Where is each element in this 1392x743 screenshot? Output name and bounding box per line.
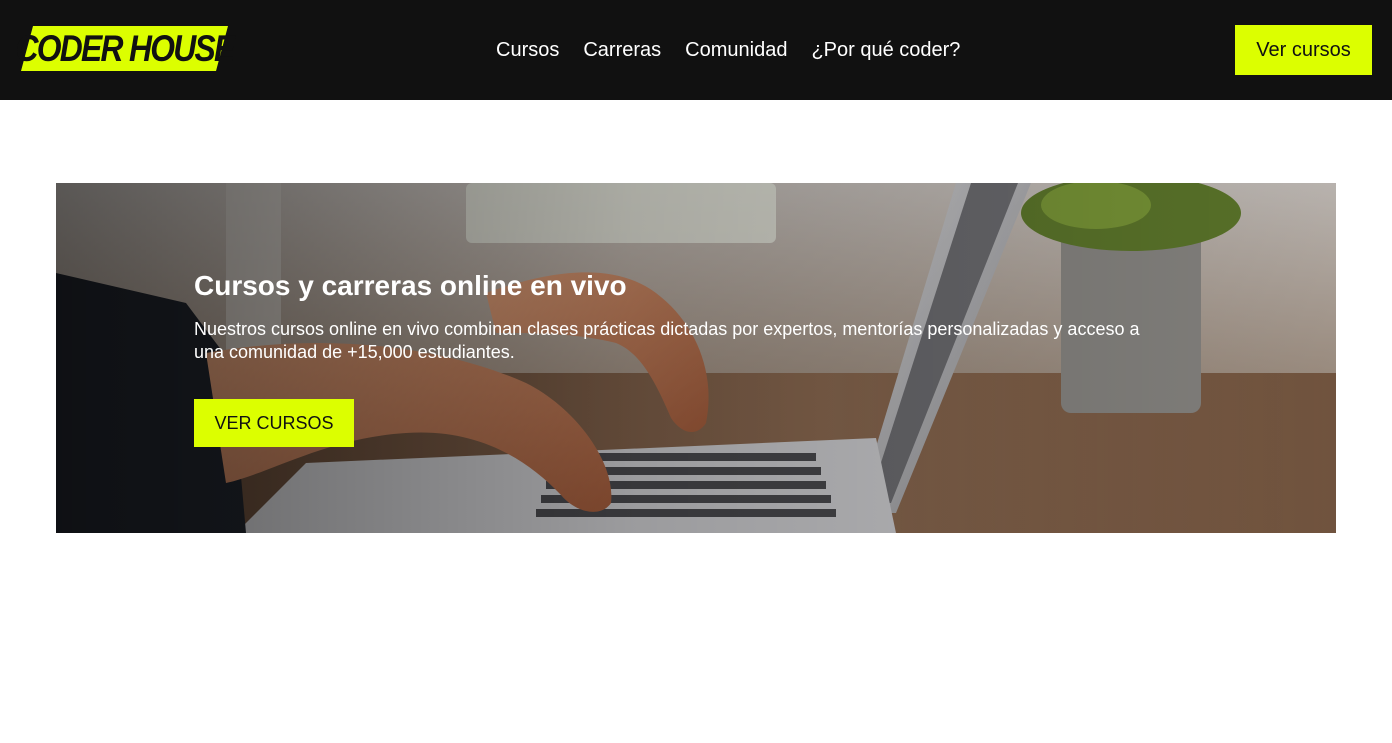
nav-link-por-que-coder[interactable]: ¿Por qué coder? bbox=[811, 37, 960, 63]
hero-banner: Cursos y carreras online en vivo Nuestro… bbox=[56, 183, 1336, 533]
ver-cursos-hero-button[interactable]: VER CURSOS bbox=[194, 399, 354, 447]
hero-title: Cursos y carreras online en vivo bbox=[194, 270, 627, 301]
hero-text-block: Cursos y carreras online en vivo Nuestro… bbox=[194, 269, 1174, 364]
nav-link-comunidad[interactable]: Comunidad bbox=[685, 37, 787, 63]
coder-house-logo[interactable]: CODER HOUSE bbox=[15, 26, 236, 71]
main-nav: Cursos Carreras Comunidad ¿Por qué coder… bbox=[496, 37, 960, 63]
hero-description: Nuestros cursos online en vivo combinan … bbox=[194, 319, 1140, 362]
logo-text: CODER HOUSE bbox=[15, 27, 236, 69]
ver-cursos-header-button[interactable]: Ver cursos bbox=[1235, 25, 1372, 75]
nav-link-carreras[interactable]: Carreras bbox=[583, 37, 661, 63]
site-header: CODER HOUSE Cursos Carreras Comunidad ¿P… bbox=[0, 0, 1392, 100]
nav-link-cursos[interactable]: Cursos bbox=[496, 37, 559, 63]
